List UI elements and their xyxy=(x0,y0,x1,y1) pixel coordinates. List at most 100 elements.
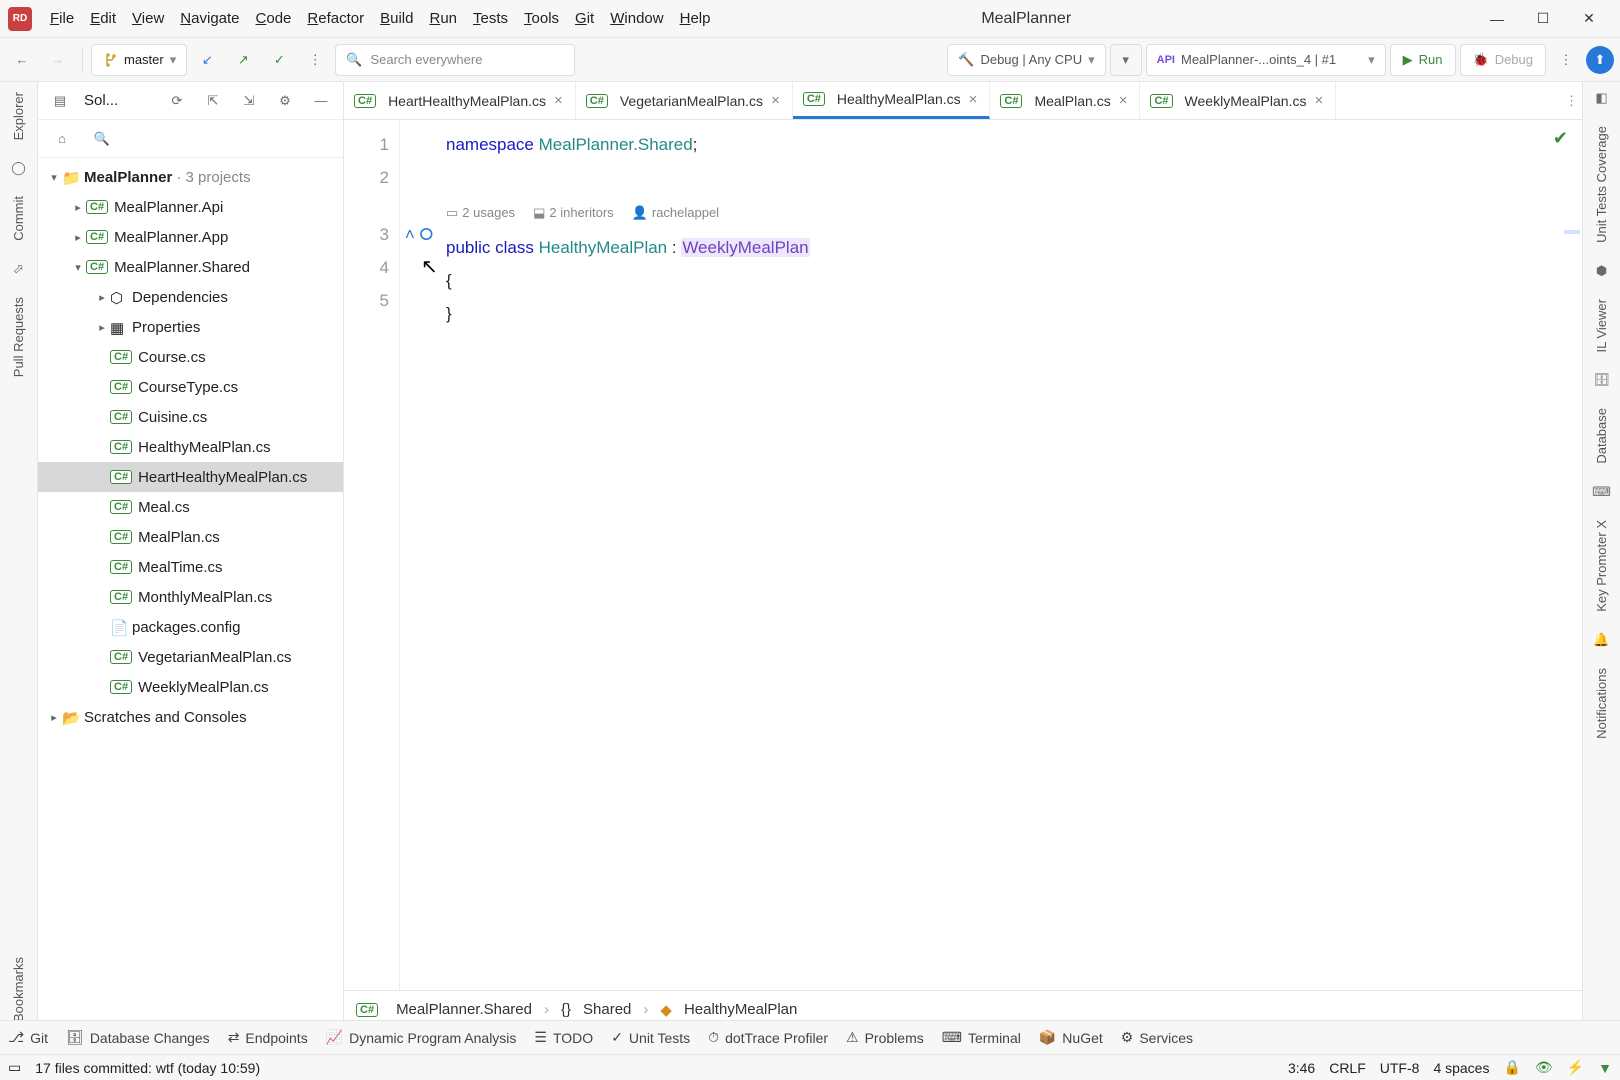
build-button[interactable]: ▾ xyxy=(1110,44,1142,76)
commit-tool-icon[interactable]: ◯ xyxy=(7,156,31,180)
tabs-more-button[interactable]: ⋮ xyxy=(1565,82,1578,119)
caret-pos[interactable]: 3:46 xyxy=(1288,1060,1315,1076)
solution-tree[interactable]: ▾📁MealPlanner· 3 projects▸C#MealPlanner.… xyxy=(38,158,343,1028)
line-sep[interactable]: CRLF xyxy=(1329,1060,1366,1076)
pull-requests-tool-icon[interactable]: ⬀ xyxy=(7,257,31,281)
bookmarks-tool-tab[interactable]: Bookmarks xyxy=(11,951,26,1028)
explorer-tool-tab[interactable]: Explorer xyxy=(11,86,26,146)
run-config-selector[interactable]: API MealPlanner-...oints_4 | #1 ▾ xyxy=(1146,44,1386,76)
tab-mealplan-cs[interactable]: C#MealPlan.cs× xyxy=(990,82,1140,119)
vcs-commit-button[interactable]: ↗ xyxy=(227,44,259,76)
menu-tests[interactable]: Tests xyxy=(465,6,516,31)
bottom-dottrace-profiler[interactable]: ⏱dotTrace Profiler xyxy=(708,1029,828,1046)
toolbar-more-button[interactable]: ⋮ xyxy=(1550,44,1582,76)
bottom-todo[interactable]: ☰TODO xyxy=(534,1029,593,1046)
usages-lens[interactable]: ▭ 2 usages xyxy=(446,196,515,229)
notifications-tool-tab[interactable]: Notifications xyxy=(1594,662,1609,745)
code-with-me-button[interactable]: ⬆ xyxy=(1586,46,1614,74)
tree-file-coursetype-cs[interactable]: C#CourseType.cs xyxy=(38,372,343,402)
bottom-git[interactable]: ⎇Git xyxy=(8,1029,48,1046)
explorer-expand-button[interactable]: ⇱ xyxy=(197,85,229,117)
il-viewer-tool-tab[interactable]: IL Viewer xyxy=(1594,293,1609,358)
tree-file-mealplan-cs[interactable]: C#MealPlan.cs xyxy=(38,522,343,552)
code-editor[interactable]: 1 2 3 4 5 ˄ ⭘ namespace MealPlanner.Shar… xyxy=(344,120,1582,990)
database-tool-icon[interactable]: 🗄 xyxy=(1590,368,1614,392)
explorer-search-button[interactable]: 🔍 xyxy=(86,123,118,155)
maximize-button[interactable]: ☐ xyxy=(1520,4,1566,34)
shield-icon[interactable]: ▼ xyxy=(1598,1060,1612,1076)
menu-navigate[interactable]: Navigate xyxy=(172,6,247,31)
forward-button[interactable]: → xyxy=(42,44,74,76)
explorer-sync-button[interactable]: ⟳ xyxy=(161,85,193,117)
bottom-terminal[interactable]: ⌨Terminal xyxy=(942,1029,1021,1046)
status-icon[interactable]: ▭ xyxy=(8,1059,21,1076)
vcs-push-button[interactable]: ✓ xyxy=(263,44,295,76)
tree-file-vegetarianmealplan-cs[interactable]: C#VegetarianMealPlan.cs xyxy=(38,642,343,672)
bottom-dynamic-program-analysis[interactable]: 📈Dynamic Program Analysis xyxy=(326,1029,517,1046)
menu-build[interactable]: Build xyxy=(372,6,421,31)
keypromoter-tool-icon[interactable]: ⌨ xyxy=(1590,480,1614,504)
error-stripe[interactable] xyxy=(1564,230,1580,234)
pull-requests-tool-tab[interactable]: Pull Requests xyxy=(11,291,26,383)
inspection-eye-icon[interactable]: 👁 xyxy=(1535,1059,1553,1076)
close-tab-button[interactable]: × xyxy=(769,92,782,109)
notifications-tool-icon[interactable]: 🔔 xyxy=(1590,628,1614,652)
vcs-more-button[interactable]: ⋮ xyxy=(299,44,331,76)
close-tab-button[interactable]: × xyxy=(967,91,980,108)
menu-view[interactable]: View xyxy=(124,6,172,31)
menu-tools[interactable]: Tools xyxy=(516,6,567,31)
explorer-filter-icon[interactable]: ▤ xyxy=(44,85,76,117)
tree-file-meal-cs[interactable]: C#Meal.cs xyxy=(38,492,343,522)
coverage-tool-tab[interactable]: Unit Tests Coverage xyxy=(1594,120,1609,249)
tree-project-mealplanner-shared[interactable]: ▾C#MealPlanner.Shared xyxy=(38,252,343,282)
close-tab-button[interactable]: × xyxy=(552,92,565,109)
tree-scratches[interactable]: ▸📂Scratches and Consoles xyxy=(38,702,343,732)
tab-healthymealplan-cs[interactable]: C#HealthyMealPlan.cs× xyxy=(793,82,991,119)
coverage-tool-icon[interactable]: ◧ xyxy=(1590,86,1614,110)
vcs-update-button[interactable]: ↙ xyxy=(191,44,223,76)
tree-folder-dependencies[interactable]: ▸⬡Dependencies xyxy=(38,282,343,312)
bottom-nuget[interactable]: 📦NuGet xyxy=(1039,1029,1103,1046)
explorer-home-button[interactable]: ⌂ xyxy=(46,123,78,155)
tree-file-cuisine-cs[interactable]: C#Cuisine.cs xyxy=(38,402,343,432)
code-lens[interactable]: ▭ 2 usages ⬓ 2 inheritors 👤 rachelappel xyxy=(446,194,1582,231)
indent-setting[interactable]: 4 spaces xyxy=(1433,1060,1489,1076)
tree-file-mealtime-cs[interactable]: C#MealTime.cs xyxy=(38,552,343,582)
tree-file-healthymealplan-cs[interactable]: C#HealthyMealPlan.cs xyxy=(38,432,343,462)
debug-button[interactable]: 🐞 Debug xyxy=(1460,44,1547,76)
tree-project-mealplanner-api[interactable]: ▸C#MealPlanner.Api xyxy=(38,192,343,222)
menu-run[interactable]: Run xyxy=(421,6,465,31)
inheritors-lens[interactable]: ⬓ 2 inheritors xyxy=(533,196,614,229)
bottom-database-changes[interactable]: 🗄Database Changes xyxy=(66,1029,210,1046)
readonly-lock-icon[interactable]: 🔒 xyxy=(1503,1059,1520,1076)
back-button[interactable]: ← xyxy=(6,44,38,76)
build-config-selector[interactable]: 🔨 Debug | Any CPU ▾ xyxy=(947,44,1105,76)
tree-file-hearthealthymealplan-cs[interactable]: C#HeartHealthyMealPlan.cs xyxy=(38,462,343,492)
explorer-settings-button[interactable]: ⚙ xyxy=(269,85,301,117)
tab-hearthealthymealplan-cs[interactable]: C#HeartHealthyMealPlan.cs× xyxy=(344,82,576,119)
menu-git[interactable]: Git xyxy=(567,6,602,31)
bottom-endpoints[interactable]: ⇄Endpoints xyxy=(228,1029,308,1046)
menu-window[interactable]: Window xyxy=(602,6,671,31)
code-content[interactable]: namespace MealPlanner.Shared; ▭ 2 usages… xyxy=(438,120,1582,990)
close-window-button[interactable]: ✕ xyxy=(1566,4,1612,34)
tree-project-mealplanner-app[interactable]: ▸C#MealPlanner.App xyxy=(38,222,343,252)
explorer-hide-button[interactable]: — xyxy=(305,85,337,117)
tree-file-weeklymealplan-cs[interactable]: C#WeeklyMealPlan.cs xyxy=(38,672,343,702)
explorer-collapse-button[interactable]: ⇲ xyxy=(233,85,265,117)
run-button[interactable]: ▶ Run xyxy=(1390,44,1456,76)
close-tab-button[interactable]: × xyxy=(1117,92,1130,109)
keypromoter-tool-tab[interactable]: Key Promoter X xyxy=(1594,514,1609,618)
inspection-ok-icon[interactable]: ✔ xyxy=(1553,128,1568,149)
bottom-services[interactable]: ⚙Services xyxy=(1121,1029,1193,1046)
tree-file-monthlymealplan-cs[interactable]: C#MonthlyMealPlan.cs xyxy=(38,582,343,612)
menu-edit[interactable]: Edit xyxy=(82,6,124,31)
menu-code[interactable]: Code xyxy=(248,6,300,31)
menu-file[interactable]: File xyxy=(42,6,82,31)
database-tool-tab[interactable]: Database xyxy=(1594,402,1609,470)
search-everywhere[interactable]: 🔍 Search everywhere xyxy=(335,44,575,76)
tab-vegetarianmealplan-cs[interactable]: C#VegetarianMealPlan.cs× xyxy=(576,82,793,119)
bottom-unit-tests[interactable]: ✓Unit Tests xyxy=(611,1029,690,1046)
tree-file-course-cs[interactable]: C#Course.cs xyxy=(38,342,343,372)
tab-weeklymealplan-cs[interactable]: C#WeeklyMealPlan.cs× xyxy=(1140,82,1336,119)
